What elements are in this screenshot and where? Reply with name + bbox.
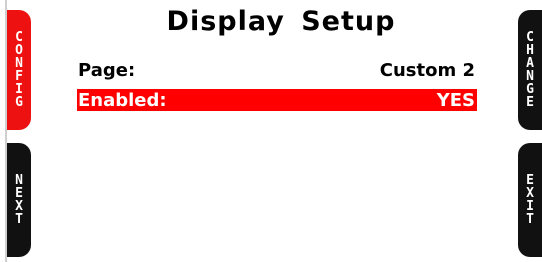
setting-value-page: Custom 2 — [379, 59, 475, 81]
exit-softkey-label: EXIT — [526, 174, 534, 226]
softkey-letter: E — [526, 95, 534, 110]
setting-row-page[interactable]: Page: Custom 2 — [77, 59, 477, 81]
setting-value-enabled: YES — [436, 89, 475, 111]
setting-label-page: Page: — [78, 59, 136, 81]
setting-label-enabled: Enabled: — [78, 89, 167, 111]
next-softkey[interactable]: NEXT — [7, 143, 31, 257]
next-softkey-label: NEXT — [15, 174, 23, 226]
exit-softkey[interactable]: EXIT — [518, 143, 542, 257]
page-title: Display Setup — [166, 6, 396, 37]
config-softkey[interactable]: CONFIG — [7, 10, 31, 130]
setting-row-enabled[interactable]: Enabled: YES — [77, 89, 477, 111]
change-softkey-label: CHANGE — [526, 31, 534, 109]
softkey-letter: T — [526, 212, 534, 227]
softkey-letter: T — [15, 212, 23, 227]
change-softkey[interactable]: CHANGE — [518, 10, 542, 130]
config-softkey-label: CONFIG — [15, 31, 23, 109]
softkey-letter: G — [15, 95, 23, 110]
display-screen: CONFIG NEXT CHANGE EXIT Display Setup Pa… — [0, 0, 542, 262]
